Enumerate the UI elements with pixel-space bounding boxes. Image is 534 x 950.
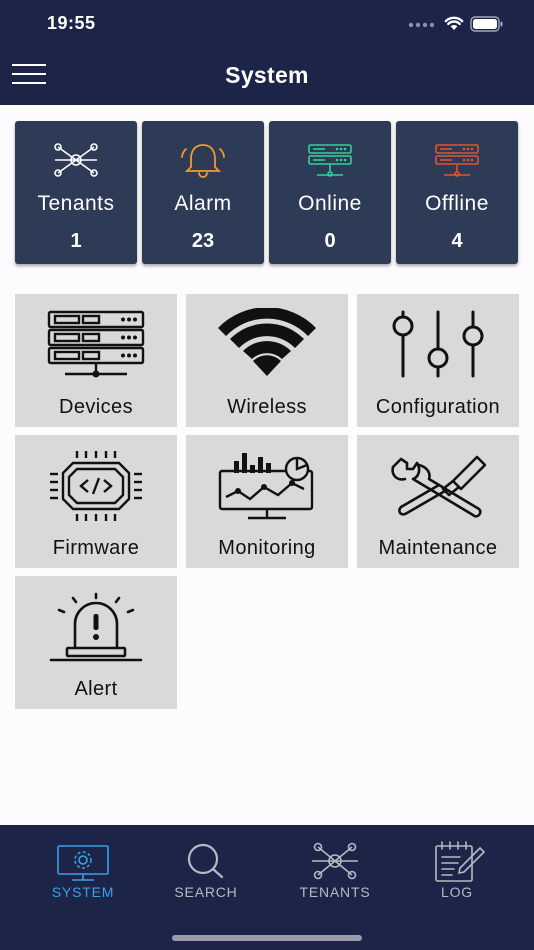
home-indicator <box>172 935 362 941</box>
nav-label: SYSTEM <box>51 884 115 900</box>
tile-configuration[interactable]: Configuration <box>357 294 519 427</box>
stats-row: Tenants 1 Alarm 23 Online 0 Offline 4 <box>15 121 519 264</box>
tile-alert[interactable]: Alert <box>15 576 177 709</box>
tile-label: Firmware <box>52 537 140 559</box>
nav-label: TENANTS <box>299 884 371 900</box>
tile-label: Maintenance <box>378 537 498 559</box>
server-icon <box>435 144 479 177</box>
monitor-gear-icon <box>57 845 109 881</box>
search-icon <box>187 843 224 879</box>
stat-value: 1 <box>70 230 82 252</box>
nav-label: LOG <box>441 884 473 900</box>
devices-icon <box>47 310 145 378</box>
tile-label: Monitoring <box>218 537 316 559</box>
page-title: System <box>225 62 309 88</box>
nav-label: SEARCH <box>174 884 238 900</box>
stat-value: 0 <box>324 230 336 252</box>
notepad-icon <box>435 841 486 882</box>
siren-icon <box>49 592 143 662</box>
sliders-icon <box>392 310 484 378</box>
tile-maintenance[interactable]: Maintenance <box>357 435 519 568</box>
tile-firmware[interactable]: Firmware <box>15 435 177 568</box>
wifi-icon <box>218 308 316 376</box>
stat-card-alarm[interactable]: Alarm 23 <box>142 121 264 264</box>
tile-label: Wireless <box>227 396 307 418</box>
stat-label: Alarm <box>174 192 232 215</box>
stat-label: Online <box>298 192 362 215</box>
battery-icon <box>470 16 503 32</box>
nav-system[interactable]: SYSTEM <box>28 837 138 907</box>
stat-label: Offline <box>425 192 489 215</box>
stat-label: Tenants <box>37 192 115 215</box>
tile-label: Alert <box>74 678 118 700</box>
tile-label: Configuration <box>375 396 501 418</box>
nav-tenants[interactable]: TENANTS <box>280 837 390 907</box>
network-icon <box>312 842 358 880</box>
top-bar: 19:55 System <box>0 0 534 105</box>
stat-card-tenants[interactable]: Tenants 1 <box>15 121 137 264</box>
status-icons <box>408 13 508 35</box>
stat-value: 4 <box>451 230 463 252</box>
monitor-chart-icon <box>218 453 314 520</box>
nav-search[interactable]: SEARCH <box>151 837 261 907</box>
tile-devices[interactable]: Devices <box>15 294 177 427</box>
bottom-nav: SYSTEM SEARCH TENANTS LOG <box>0 825 534 950</box>
tile-wireless[interactable]: Wireless <box>186 294 348 427</box>
chip-code-icon <box>50 451 142 521</box>
stat-value: 23 <box>191 230 215 252</box>
signal-dots-icon <box>408 22 434 28</box>
tools-icon <box>391 455 487 518</box>
wifi-status-icon <box>444 16 464 30</box>
status-time: 19:55 <box>47 13 96 33</box>
stat-card-offline[interactable]: Offline 4 <box>396 121 518 264</box>
server-icon <box>308 144 352 177</box>
network-icon <box>54 143 98 177</box>
stat-card-online[interactable]: Online 0 <box>269 121 391 264</box>
nav-log[interactable]: LOG <box>402 837 512 907</box>
bell-icon <box>181 144 225 178</box>
tile-monitoring[interactable]: Monitoring <box>186 435 348 568</box>
tile-label: Devices <box>59 396 133 418</box>
